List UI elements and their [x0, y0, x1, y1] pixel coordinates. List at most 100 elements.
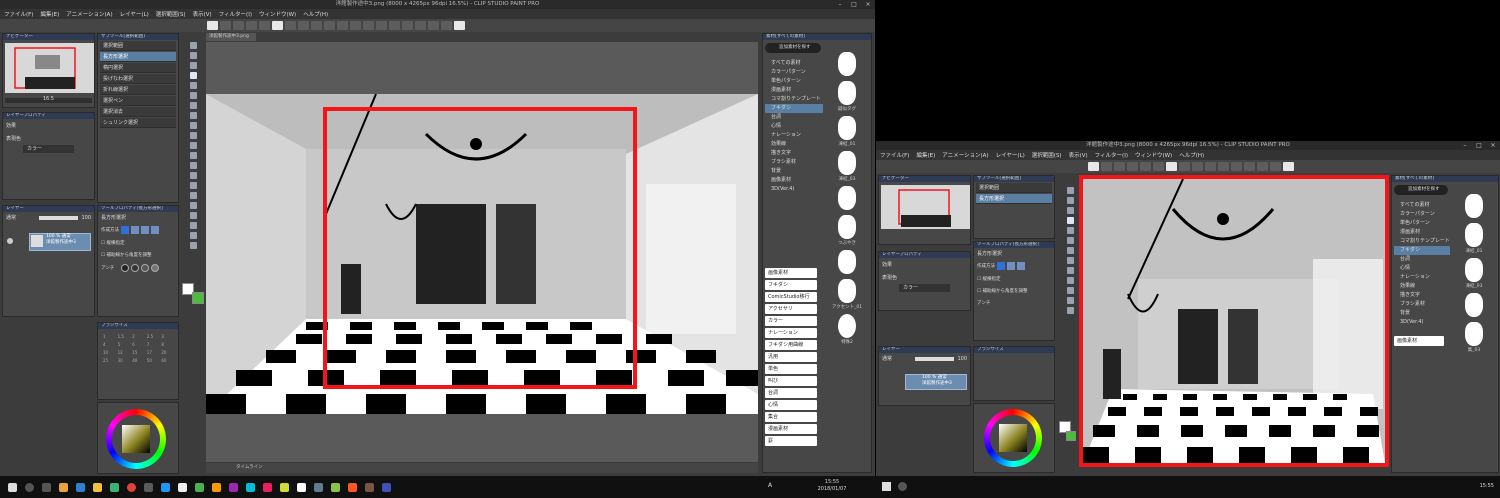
- aa-option-icon[interactable]: [141, 264, 149, 272]
- tool-fill-icon[interactable]: [1066, 296, 1074, 304]
- tree-item[interactable]: カラーパターン: [1394, 210, 1450, 219]
- app-icon[interactable]: [195, 482, 204, 492]
- app-icon[interactable]: [331, 482, 340, 492]
- material-tag[interactable]: カラー: [765, 316, 817, 326]
- subtool-rect-select[interactable]: 長方形選択: [100, 52, 176, 62]
- brush-size-cell[interactable]: 17: [147, 350, 159, 355]
- color-square[interactable]: [999, 424, 1027, 452]
- prop-center-row[interactable]: ☐ 補助線から角度を調整: [98, 249, 178, 261]
- mode-and-icon[interactable]: [151, 226, 159, 234]
- mode-sub-icon[interactable]: [141, 226, 149, 234]
- ime-indicator[interactable]: A: [768, 482, 772, 489]
- subtool-group[interactable]: 選択範囲: [100, 41, 176, 51]
- menu-file[interactable]: ファイル(F): [880, 151, 909, 159]
- subtool-group[interactable]: 選択範囲: [976, 183, 1052, 193]
- material-thumb[interactable]: [838, 250, 856, 274]
- tree-item[interactable]: コマ割りテンプレート: [1394, 237, 1450, 246]
- chrome-icon[interactable]: [127, 482, 136, 492]
- app-icon[interactable]: [144, 482, 153, 492]
- start-icon[interactable]: [882, 482, 891, 491]
- tree-item[interactable]: 3D(Ver.4): [1394, 318, 1450, 327]
- menu-layer[interactable]: レイヤー(L): [120, 10, 149, 18]
- cmd-icon[interactable]: [428, 21, 439, 30]
- tree-item[interactable]: 台詞: [765, 113, 823, 122]
- app-icon[interactable]: [161, 482, 170, 492]
- prop-center-row[interactable]: ☐ 補助線から角度を調整: [974, 285, 1054, 297]
- tree-item[interactable]: 漫画素材: [1394, 228, 1450, 237]
- tree-item[interactable]: ブラシ素材: [765, 158, 823, 167]
- brush-size-cell[interactable]: 8: [161, 342, 173, 347]
- layer-row[interactable]: 100 % 通常 洋館製作途中3: [3, 233, 94, 253]
- material-thumb[interactable]: [838, 116, 856, 140]
- minimize-icon[interactable]: –: [1458, 141, 1472, 150]
- app-icon[interactable]: [59, 482, 68, 492]
- material-tag[interactable]: アクセサリ: [765, 304, 817, 314]
- cmd-icon[interactable]: [1192, 162, 1203, 171]
- maximize-icon[interactable]: □: [1472, 141, 1486, 150]
- material-thumb[interactable]: [1465, 293, 1483, 317]
- material-tag[interactable]: 集合: [765, 412, 817, 422]
- menu-window[interactable]: ウィンドウ(W): [259, 10, 296, 18]
- cmd-icon[interactable]: [220, 21, 231, 30]
- material-tag[interactable]: 単色: [765, 364, 817, 374]
- cmd-icon[interactable]: [402, 21, 413, 30]
- app-icon[interactable]: [348, 482, 357, 492]
- tool-pen-icon[interactable]: [189, 101, 197, 109]
- menu-filter[interactable]: フィルター(I): [219, 10, 252, 18]
- brush-size-cell[interactable]: 2: [132, 334, 144, 339]
- tree-item[interactable]: 画像素材: [765, 176, 823, 185]
- material-search[interactable]: 追加素材を探す: [765, 43, 821, 53]
- tree-item[interactable]: カラーパターン: [765, 68, 823, 77]
- mode-sub-icon[interactable]: [1017, 262, 1025, 270]
- prop-ratio-row[interactable]: ☐ 縦横指定: [98, 237, 178, 249]
- color-wheel[interactable]: [106, 409, 166, 469]
- close-icon[interactable]: ×: [1486, 141, 1500, 150]
- material-thumb[interactable]: [838, 151, 856, 175]
- brush-size-cell[interactable]: 5: [118, 342, 130, 347]
- cmd-icon[interactable]: [454, 21, 465, 30]
- subtool-lasso-select[interactable]: 投げなわ選択: [100, 74, 176, 84]
- menu-help[interactable]: ヘルプ(H): [303, 10, 328, 18]
- tool-select-icon[interactable]: [1066, 216, 1074, 224]
- cmd-icon[interactable]: [1179, 162, 1190, 171]
- cmd-icon[interactable]: [272, 21, 283, 30]
- cmd-icon[interactable]: [376, 21, 387, 30]
- close-icon[interactable]: ×: [861, 0, 875, 9]
- tree-item[interactable]: フキダシ: [765, 104, 823, 113]
- menu-filter[interactable]: フィルター(I): [1095, 151, 1128, 159]
- tool-eraser-icon[interactable]: [189, 151, 197, 159]
- tree-item[interactable]: 描き文字: [765, 149, 823, 158]
- mode-new-icon[interactable]: [997, 262, 1005, 270]
- app-icon[interactable]: [110, 482, 119, 492]
- material-thumb[interactable]: [838, 215, 856, 239]
- tree-item[interactable]: ナレーション: [765, 131, 823, 140]
- brush-size-cell[interactable]: 3: [161, 334, 173, 339]
- menu-window[interactable]: ウィンドウ(W): [1135, 151, 1172, 159]
- brush-size-cell[interactable]: 25: [103, 358, 115, 363]
- cmd-icon[interactable]: [1283, 162, 1294, 171]
- material-thumb[interactable]: [1465, 223, 1483, 247]
- cmd-icon[interactable]: [246, 21, 257, 30]
- menu-edit[interactable]: 編集(E): [40, 10, 59, 18]
- aa-option-icon[interactable]: [121, 264, 129, 272]
- app-icon[interactable]: [246, 482, 255, 492]
- tool-line-icon[interactable]: [189, 241, 197, 249]
- material-thumb[interactable]: [1465, 322, 1483, 346]
- tool-frame-icon[interactable]: [189, 201, 197, 209]
- cmd-icon[interactable]: [337, 21, 348, 30]
- mode-new-icon[interactable]: [121, 226, 129, 234]
- tool-move-icon[interactable]: [1066, 206, 1074, 214]
- tree-item[interactable]: 背景: [765, 167, 823, 176]
- cmd-icon[interactable]: [1244, 162, 1255, 171]
- cmd-icon[interactable]: [1153, 162, 1164, 171]
- brush-size-cell[interactable]: 10: [103, 350, 115, 355]
- app-icon[interactable]: [178, 482, 187, 492]
- cmd-icon[interactable]: [1257, 162, 1268, 171]
- prop-ratio-row[interactable]: ☐ 縦横指定: [974, 273, 1054, 285]
- layer-prop-color-select[interactable]: カラー: [23, 145, 74, 153]
- menu-selection[interactable]: 選択範囲(S): [156, 10, 186, 18]
- tree-item[interactable]: 描き文字: [1394, 291, 1450, 300]
- cmd-icon[interactable]: [1114, 162, 1125, 171]
- minimize-icon[interactable]: –: [833, 0, 847, 9]
- tree-item[interactable]: ブラシ素材: [1394, 300, 1450, 309]
